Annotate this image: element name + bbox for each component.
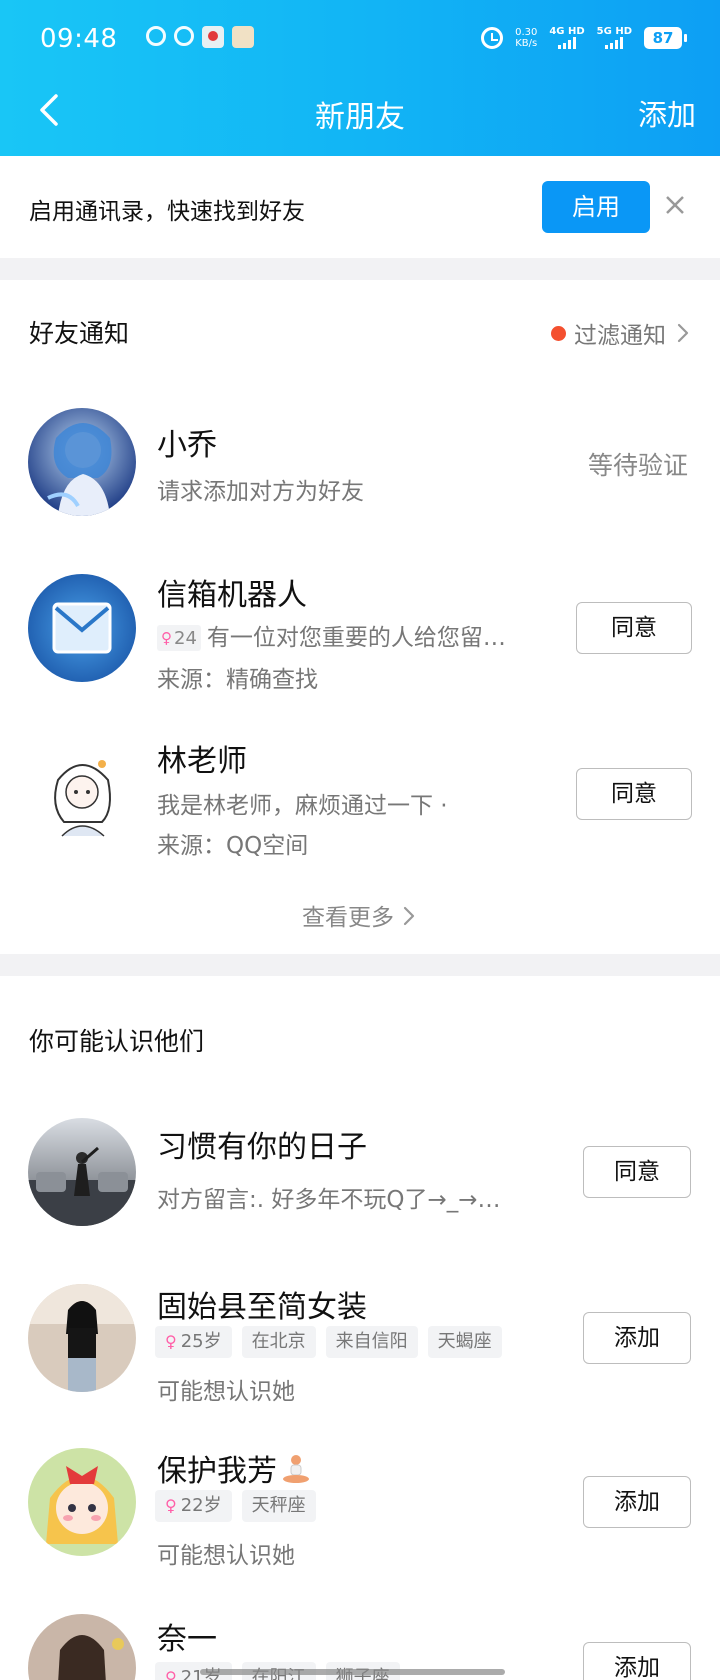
friend-notifications-title: 好友通知 bbox=[29, 319, 130, 348]
zodiac-tag: 天秤座 bbox=[241, 1490, 316, 1522]
age-tag: ♀ 24 bbox=[157, 625, 201, 651]
status-time: 09:48 bbox=[40, 24, 118, 54]
red-dot-icon bbox=[551, 325, 566, 341]
profile-tags: ♀ 22岁 天秤座 bbox=[155, 1490, 316, 1522]
contacts-banner: 启用通讯录，快速找到好友 启用 bbox=[0, 156, 720, 258]
female-icon: ♀ bbox=[165, 1496, 177, 1515]
map-notification-icon bbox=[202, 26, 224, 48]
home-indicator[interactable] bbox=[200, 1669, 505, 1675]
suggestion-name: 奈一 bbox=[157, 1622, 217, 1657]
enable-contacts-button[interactable]: 启用 bbox=[542, 181, 650, 233]
net-speed-value: 0.30 bbox=[515, 26, 538, 38]
list-item[interactable]: 信箱机器人 ♀ 24 有一位对您重要的人给您留… 来源：精确查找 同意 bbox=[0, 560, 720, 710]
notification-icons bbox=[146, 26, 254, 48]
friend-name: 林老师 bbox=[157, 744, 247, 779]
female-icon: ♀ bbox=[165, 1332, 177, 1351]
request-message-text: 有一位对您重要的人给您留… bbox=[206, 625, 506, 651]
header-bar: 09:48 0.30 KB/s 4G HD 5G HD 87 新朋友 添加 bbox=[0, 0, 720, 156]
hometown-tag: 来自信阳 bbox=[325, 1326, 418, 1358]
browser-notification-icon bbox=[174, 26, 194, 46]
age-tag: ♀ 22岁 bbox=[155, 1490, 232, 1522]
avatar bbox=[28, 1448, 136, 1556]
battery-icon: 87 bbox=[644, 26, 687, 49]
age-value: 24 bbox=[174, 627, 197, 649]
status-badge: 等待验证 bbox=[587, 451, 688, 480]
list-item[interactable]: 固始县至简女装 ♀ 25岁 在北京 来自信阳 天蝎座 可能想认识她 添加 bbox=[0, 1276, 720, 1426]
female-icon: ♀ bbox=[165, 1668, 177, 1680]
request-source: 来源：QQ空间 bbox=[157, 833, 309, 859]
add-button[interactable]: 添加 bbox=[583, 1642, 691, 1680]
location-tag: 在北京 bbox=[241, 1326, 316, 1358]
accept-button[interactable]: 同意 bbox=[576, 768, 692, 820]
close-icon[interactable] bbox=[664, 194, 686, 216]
female-icon: ♀ bbox=[161, 629, 172, 647]
request-message: 我是林老师，麻烦通过一下 · bbox=[157, 793, 448, 819]
app-notification-icon bbox=[232, 26, 254, 48]
avatar bbox=[28, 408, 136, 516]
view-more-link[interactable]: 查看更多 bbox=[0, 898, 720, 932]
request-message: ♀ 24 有一位对您重要的人给您留… bbox=[157, 618, 506, 652]
meditation-emoji-icon bbox=[283, 1455, 309, 1483]
tag-text: 25岁 bbox=[180, 1331, 222, 1352]
chevron-right-icon bbox=[677, 323, 689, 343]
suggestion-name: 习惯有你的日子 bbox=[157, 1130, 367, 1165]
accept-button[interactable]: 同意 bbox=[583, 1146, 691, 1198]
list-item[interactable]: 习惯有你的日子 对方留言:. 好多年不玩Q了→_→… 同意 bbox=[0, 1112, 720, 1262]
suggestion-message: 对方留言:. 好多年不玩Q了→_→… bbox=[157, 1187, 501, 1213]
sim2-signal: 5G HD bbox=[597, 26, 632, 49]
signal-bars-icon bbox=[558, 37, 576, 49]
section-divider bbox=[0, 954, 720, 976]
zodiac-tag: 天蝎座 bbox=[427, 1326, 502, 1358]
list-item[interactable]: 保护我芳 ♀ 22岁 天秤座 可能想认识她 添加 bbox=[0, 1440, 720, 1590]
suggestion-name: 固始县至简女装 bbox=[157, 1290, 367, 1325]
net-speed-unit: KB/s bbox=[515, 37, 538, 49]
suggestion-name: 保护我芳 bbox=[157, 1446, 311, 1490]
list-item[interactable]: 林老师 我是林老师，麻烦通过一下 · 来源：QQ空间 同意 bbox=[0, 726, 720, 876]
section-divider bbox=[0, 258, 720, 280]
suggestions-title: 你可能认识他们 bbox=[29, 1027, 205, 1056]
request-source: 来源：精确查找 bbox=[157, 667, 318, 693]
list-item[interactable]: 小乔 请求添加对方为好友 等待验证 bbox=[0, 400, 720, 550]
friend-name: 小乔 bbox=[157, 428, 217, 463]
age-tag: ♀ 25岁 bbox=[155, 1326, 232, 1358]
add-button[interactable]: 添加 bbox=[583, 1476, 691, 1528]
suggestion-name-text: 保护我芳 bbox=[157, 1454, 277, 1489]
net-speed: 0.30 KB/s bbox=[515, 27, 537, 49]
avatar bbox=[28, 740, 136, 848]
suggestion-note: 可能想认识她 bbox=[157, 1543, 295, 1569]
alarm-icon bbox=[481, 26, 504, 49]
sim1-label: 4G HD bbox=[549, 26, 585, 37]
add-button[interactable]: 添加 bbox=[583, 1312, 691, 1364]
signal-bars-icon bbox=[605, 37, 624, 49]
page-title: 新朋友 bbox=[315, 100, 405, 135]
filter-notifications-link[interactable]: 过滤通知 bbox=[551, 316, 692, 350]
avatar bbox=[28, 1284, 136, 1392]
profile-tags: ♀ 25岁 在北京 来自信阳 天蝎座 bbox=[155, 1326, 502, 1358]
chevron-right-icon bbox=[403, 906, 415, 926]
filter-notifications-label: 过滤通知 bbox=[574, 323, 666, 349]
status-bar: 09:48 0.30 KB/s 4G HD 5G HD 87 bbox=[0, 0, 720, 80]
avatar bbox=[28, 574, 136, 682]
friend-name: 信箱机器人 bbox=[157, 578, 307, 613]
sim1-signal: 4G HD bbox=[549, 26, 585, 49]
status-right: 0.30 KB/s 4G HD 5G HD 87 bbox=[481, 26, 687, 49]
suggestion-note: 可能想认识她 bbox=[157, 1379, 295, 1405]
avatar bbox=[28, 1118, 136, 1226]
request-message: 请求添加对方为好友 bbox=[157, 479, 364, 505]
add-friend-button[interactable]: 添加 bbox=[638, 92, 696, 134]
avatar bbox=[28, 1614, 136, 1680]
sim2-label: 5G HD bbox=[596, 26, 632, 37]
view-more-label: 查看更多 bbox=[302, 905, 394, 931]
qq-notification-icon bbox=[146, 26, 166, 46]
accept-button[interactable]: 同意 bbox=[576, 602, 692, 654]
contacts-banner-text: 启用通讯录，快速找到好友 bbox=[29, 199, 305, 225]
tag-text: 22岁 bbox=[180, 1495, 222, 1516]
